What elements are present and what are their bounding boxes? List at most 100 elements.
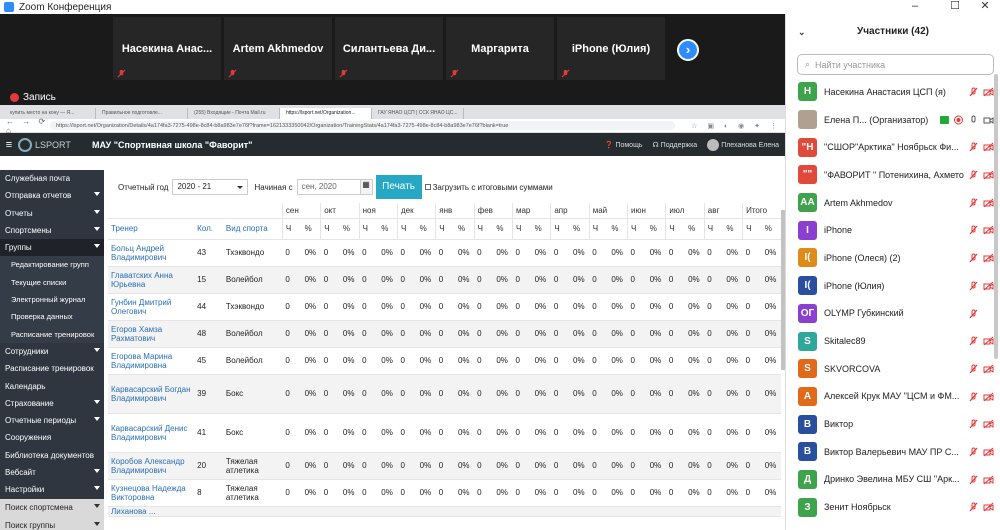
video-tile[interactable]: iPhone (Юлия): [557, 17, 665, 80]
percent-cell: 0%: [339, 452, 360, 480]
browser-tab[interactable]: (255) Входящие - Почта Mail.ru: [188, 108, 280, 119]
participant-row[interactable]: В Виктор Валерьевич МАУ ПР С...: [786, 438, 1000, 466]
print-button[interactable]: Печать: [375, 175, 422, 199]
trainer-link[interactable]: Гунбин Дмитрий Олегович: [111, 298, 171, 316]
user-menu[interactable]: Плеханова Елена: [707, 139, 779, 151]
hamburger-icon[interactable]: ≡: [0, 139, 18, 151]
participant-row[interactable]: IiPhone: [786, 216, 1000, 244]
trainer-column-header[interactable]: Тренер: [108, 218, 195, 240]
trainer-link[interactable]: Лиханова ...: [111, 507, 155, 516]
participant-row[interactable]: AA Artem Akhmedov: [786, 189, 1000, 217]
trainer-link[interactable]: Егорова Марина Владимировна: [111, 352, 172, 370]
recording-label: Запись: [23, 91, 56, 103]
nav-item[interactable]: Отчеты: [0, 205, 104, 222]
participant-row[interactable]: Н Насекина Анастасия ЦСП (я): [786, 78, 1000, 106]
year-select[interactable]: 2020 - 21: [172, 179, 249, 195]
collapse-chevron-icon[interactable]: ⌄: [798, 14, 806, 50]
nav-item[interactable]: Поиск спортсмена: [0, 498, 104, 517]
next-page-button[interactable]: ›: [677, 39, 699, 61]
trainer-link[interactable]: Кузнецова Надежда Викторовна: [111, 484, 186, 502]
trainer-link[interactable]: Больц Андрей Владимирович: [111, 244, 166, 262]
participant-row[interactable]: З Зенит Ноябрьск: [786, 493, 1000, 521]
extension-icons[interactable]: ☆ ▣ ◐ ◉ ✦ ⋮: [675, 122, 785, 130]
maximize-button[interactable]: ☐: [940, 0, 970, 14]
nav-item[interactable]: Настройки: [0, 481, 104, 498]
start-date-input[interactable]: сен, 2020: [296, 179, 361, 195]
browser-tab[interactable]: ГАУ ЯНАО ЦСП | ССК ЯНАО ЦС...: [372, 108, 464, 119]
participant-row[interactable]: I(iPhone (Юлия): [786, 272, 1000, 300]
participant-row[interactable]: Д Дринко Эвелина МБУ СШ "Арк...: [786, 466, 1000, 494]
participant-row[interactable]: В Виктор: [786, 410, 1000, 438]
nav-item[interactable]: Электронный журнал: [0, 291, 104, 309]
nav-item[interactable]: Расписание тренировок: [0, 360, 104, 377]
totals-checkbox[interactable]: [424, 184, 431, 190]
participant-row[interactable]: S SKVORCOVA: [786, 355, 1000, 383]
trainer-link[interactable]: Карвасарский Денис Владимирович: [111, 424, 187, 442]
trainer-link[interactable]: Коробов Александр Владимирович: [111, 457, 185, 475]
video-tile[interactable]: Силантьева Ди...: [335, 17, 443, 80]
participant-search-input[interactable]: ⌕ Найти участника: [797, 54, 994, 75]
participant-row[interactable]: S Skitalec89: [786, 327, 1000, 355]
percent-cell: 0%: [454, 239, 475, 267]
nav-item[interactable]: Отчетные периоды: [0, 412, 104, 429]
hours-cell: 0: [550, 266, 570, 294]
participant-row[interactable]: Елена П... (Организатор): [786, 106, 1000, 134]
video-tile[interactable]: Насекина Анас...: [113, 17, 221, 80]
minimize-button[interactable]: –: [900, 0, 930, 14]
video-tile[interactable]: Маргарита: [446, 17, 554, 80]
nav-item[interactable]: Библиотека документов: [0, 447, 104, 464]
recording-indicator[interactable]: Запись: [0, 90, 56, 104]
close-button[interactable]: ✕: [970, 0, 1000, 14]
video-tile[interactable]: Artem Akhmedov: [224, 17, 332, 80]
nav-item[interactable]: Редактирование групп: [0, 256, 104, 274]
participant-row[interactable]: I(iPhone (Олеся) (2): [786, 244, 1000, 272]
percent-cell: 0%: [685, 266, 705, 294]
participant-row[interactable]: А Алексей Крук МАУ "ЦСМ и ФМ...: [786, 383, 1000, 411]
muted-mic-icon: [969, 309, 978, 318]
nav-item[interactable]: Служебная почта: [0, 170, 104, 187]
nav-item[interactable]: Вебсайт: [0, 464, 104, 481]
nav-item[interactable]: Поиск группы: [0, 516, 104, 530]
hours-cell: 0: [665, 347, 686, 375]
participant-name: Насекина Анастасия ЦСП (я): [824, 86, 946, 97]
nav-item[interactable]: Проверка данных: [0, 308, 104, 326]
trainer-link[interactable]: Главатских Анна Юрьевна: [111, 271, 173, 289]
hours-cell: [320, 506, 340, 517]
participant-row[interactable]: ОГ OLYMP Губкинский: [786, 300, 1000, 328]
trainer-link[interactable]: Егоров Хамза Рахматович: [111, 325, 162, 343]
nav-item[interactable]: Календарь: [0, 378, 104, 395]
percent-cell: [454, 506, 475, 517]
nav-item[interactable]: Сооружения: [0, 429, 104, 446]
percent-cell: 0%: [646, 239, 666, 267]
meeting-area: Насекина Анас... Artem Akhmedov Силантье…: [0, 14, 785, 530]
hours-cell: 0: [474, 452, 494, 480]
nav-item[interactable]: Страхование: [0, 395, 104, 412]
participant-row[interactable]: "Н "СШОР"Арктика" Ноябрьск Фи...: [786, 133, 1000, 161]
participant-scrollbar[interactable]: [994, 74, 998, 359]
hours-cell: 0: [282, 293, 302, 321]
hours-cell: 0: [359, 320, 379, 348]
browser-tab-active[interactable]: https://lsport.net/Organization...: [280, 108, 372, 119]
url-field[interactable]: https://lsport.net/Organization/Details/…: [50, 121, 675, 130]
hours-cell: [512, 506, 532, 517]
hours-cell: [627, 506, 647, 517]
percent-cell: 0%: [570, 266, 590, 294]
hours-cell: 0: [627, 347, 647, 375]
nav-item[interactable]: Сотрудники: [0, 343, 104, 360]
trainer-link[interactable]: Карвасарский Богдан Владимирович: [111, 385, 191, 403]
browser-nav-icons[interactable]: ← → ⟳ ⌂: [0, 117, 50, 135]
sport-column-header[interactable]: Вид спорта: [222, 218, 283, 240]
count-column-header[interactable]: Кол.: [194, 218, 223, 240]
support-link[interactable]: ☊ Поддержка: [652, 141, 697, 149]
month-header: дек: [396, 203, 436, 219]
nav-item[interactable]: Расписание тренировок: [0, 325, 104, 343]
browser-tab[interactable]: Правильное подготовле...: [96, 108, 188, 119]
participant-row[interactable]: "" "ФАВОРИТ " Потенихина, Ахметов, ...: [786, 161, 1000, 189]
nav-item[interactable]: Группы: [0, 239, 104, 257]
help-link[interactable]: ❓ Помощь: [605, 141, 643, 149]
nav-item[interactable]: Отправка отчетов: [0, 187, 104, 204]
sport-cell: Тхэквондо: [222, 239, 283, 267]
nav-item[interactable]: Текущие списки: [0, 273, 104, 292]
calendar-icon[interactable]: ▦: [360, 179, 373, 195]
nav-item[interactable]: Спортсмены: [0, 222, 104, 239]
